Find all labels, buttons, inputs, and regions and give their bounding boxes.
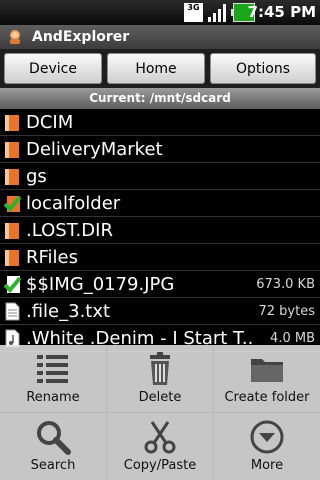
list-item[interactable]: .file_3.txt 72 bytes (0, 298, 320, 325)
options-button[interactable]: Options (210, 53, 316, 84)
folder-icon (5, 169, 19, 185)
toolbar: Device Home Options (0, 49, 320, 88)
checked-folder-icon (4, 195, 21, 212)
signal-icon (208, 3, 228, 22)
scissors-icon (144, 421, 176, 454)
more-label: More (250, 458, 284, 473)
folder-icon (5, 223, 19, 239)
device-button[interactable]: Device (4, 53, 102, 84)
search-label: Search (30, 458, 76, 473)
options-menu: Rename Delete Create folder Search Copy/… (0, 345, 320, 480)
delete-label: Delete (138, 390, 182, 405)
rename-label: Rename (26, 390, 80, 405)
list-item[interactable]: localfolder (0, 190, 320, 217)
file-list[interactable]: DCIM DeliveryMarket gs localfolder .LOST… (0, 109, 320, 352)
rename-menu-item[interactable]: Rename (0, 345, 106, 412)
file-name: DCIM (26, 112, 74, 133)
file-name: gs (26, 166, 47, 187)
file-name: RFiles (26, 247, 79, 268)
list-item[interactable]: $$IMG_0179.JPG 673.0 KB (0, 271, 320, 298)
file-name: $$IMG_0179.JPG (26, 274, 175, 295)
file-name: .file_3.txt (26, 301, 111, 322)
file-size: 72 bytes (258, 304, 316, 319)
app-title: AndExplorer (32, 29, 130, 45)
network-3g-icon: 3G (184, 3, 203, 22)
title-bar: AndExplorer (0, 25, 320, 49)
list-item[interactable]: .LOST.DIR (0, 217, 320, 244)
file-name: DeliveryMarket (26, 139, 163, 160)
list-item[interactable]: gs (0, 163, 320, 190)
folder-icon (5, 142, 19, 158)
clock: 7:45 PM (247, 3, 316, 21)
copy-paste-menu-item[interactable]: Copy/Paste (107, 413, 213, 480)
current-path: Current: /mnt/sdcard (0, 88, 320, 109)
file-size: 673.0 KB (256, 277, 315, 292)
status-bar: 3G 7:45 PM (0, 0, 320, 25)
app-icon (10, 30, 20, 44)
home-button[interactable]: Home (107, 53, 205, 84)
rename-icon (37, 355, 68, 383)
file-name: localfolder (26, 193, 121, 214)
folder-icon (5, 115, 19, 131)
create-folder-menu-item[interactable]: Create folder (214, 345, 320, 412)
search-icon (37, 421, 71, 455)
checked-file-icon (4, 276, 21, 293)
create-folder-label: Create folder (224, 390, 310, 405)
list-item[interactable]: DeliveryMarket (0, 136, 320, 163)
folder-icon (5, 250, 19, 266)
copy-paste-label: Copy/Paste (123, 458, 197, 473)
list-item[interactable]: RFiles (0, 244, 320, 271)
text-file-icon (5, 302, 20, 321)
list-item[interactable]: DCIM (0, 109, 320, 136)
folder-icon (251, 359, 283, 382)
delete-menu-item[interactable]: Delete (107, 345, 213, 412)
file-name: .LOST.DIR (26, 220, 113, 241)
chevron-down-icon (250, 420, 284, 454)
search-menu-item[interactable]: Search (0, 413, 106, 480)
more-menu-item[interactable]: More (214, 413, 320, 480)
trash-icon (150, 352, 170, 385)
